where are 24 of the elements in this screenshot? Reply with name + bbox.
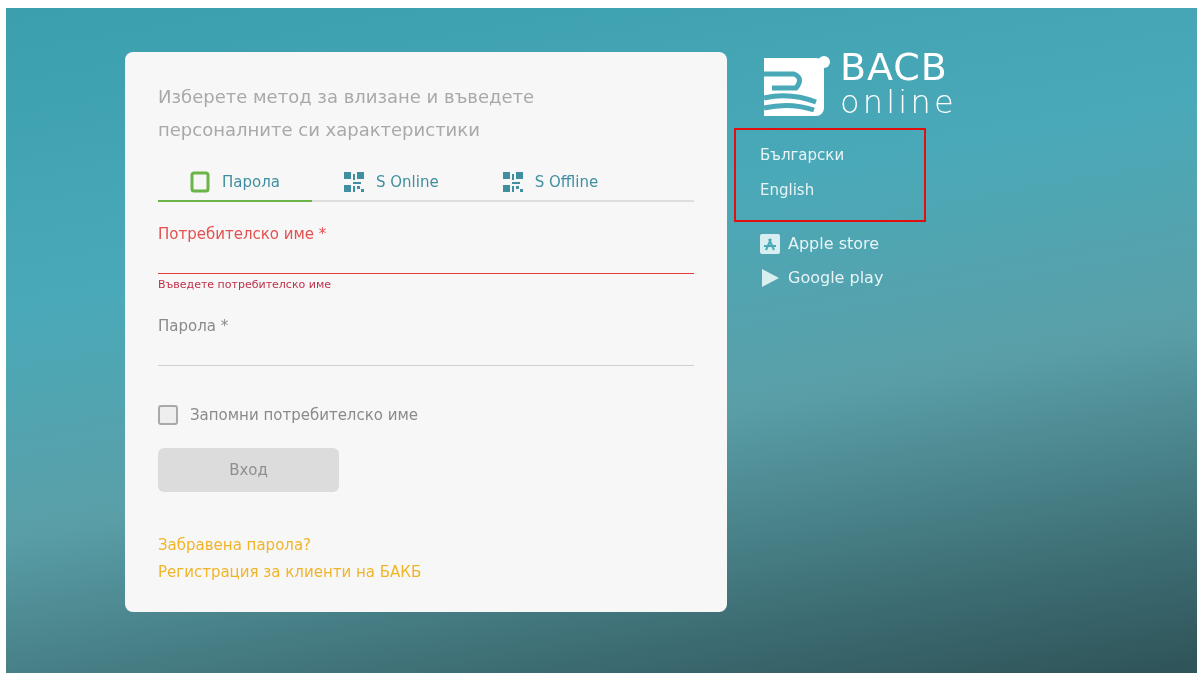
- field-label: Парола *: [158, 316, 229, 335]
- store-link[interactable]: Google play: [760, 266, 957, 290]
- play-icon: [760, 268, 780, 288]
- logo-text: BACB: [840, 48, 949, 86]
- intro-text: Изберете метод за влизане и въведете персоналните си характеристики: [158, 85, 536, 142]
- login-method-tab[interactable]: S Offline: [470, 164, 631, 202]
- text-link[interactable]: Забравена парола?: [158, 534, 694, 557]
- field-label: Потребителско име *: [158, 225, 327, 243]
- error-message: Въведете потребителско име: [158, 277, 332, 293]
- qr-code-icon: [502, 172, 523, 192]
- store-link[interactable]: Apple store: [760, 232, 957, 256]
- text-link[interactable]: Регистрация за клиенти на БАКБ: [158, 560, 694, 583]
- checkbox-label: Запомни потребителско име: [190, 404, 418, 426]
- qr-code-icon: [343, 172, 364, 192]
- input-field[interactable]: Парола *: [158, 313, 694, 366]
- login-method-tab[interactable]: Парола: [158, 164, 312, 202]
- checkbox[interactable]: [158, 404, 178, 425]
- language-link[interactable]: Български: [760, 144, 845, 167]
- logo-subtext: online: [840, 86, 957, 118]
- login-method-tab[interactable]: S Online: [311, 164, 471, 202]
- language-link[interactable]: English: [760, 178, 815, 201]
- input-field[interactable]: Потребителско име *: [158, 222, 694, 274]
- phone-icon: [190, 171, 210, 193]
- app-store-icon: [760, 234, 780, 254]
